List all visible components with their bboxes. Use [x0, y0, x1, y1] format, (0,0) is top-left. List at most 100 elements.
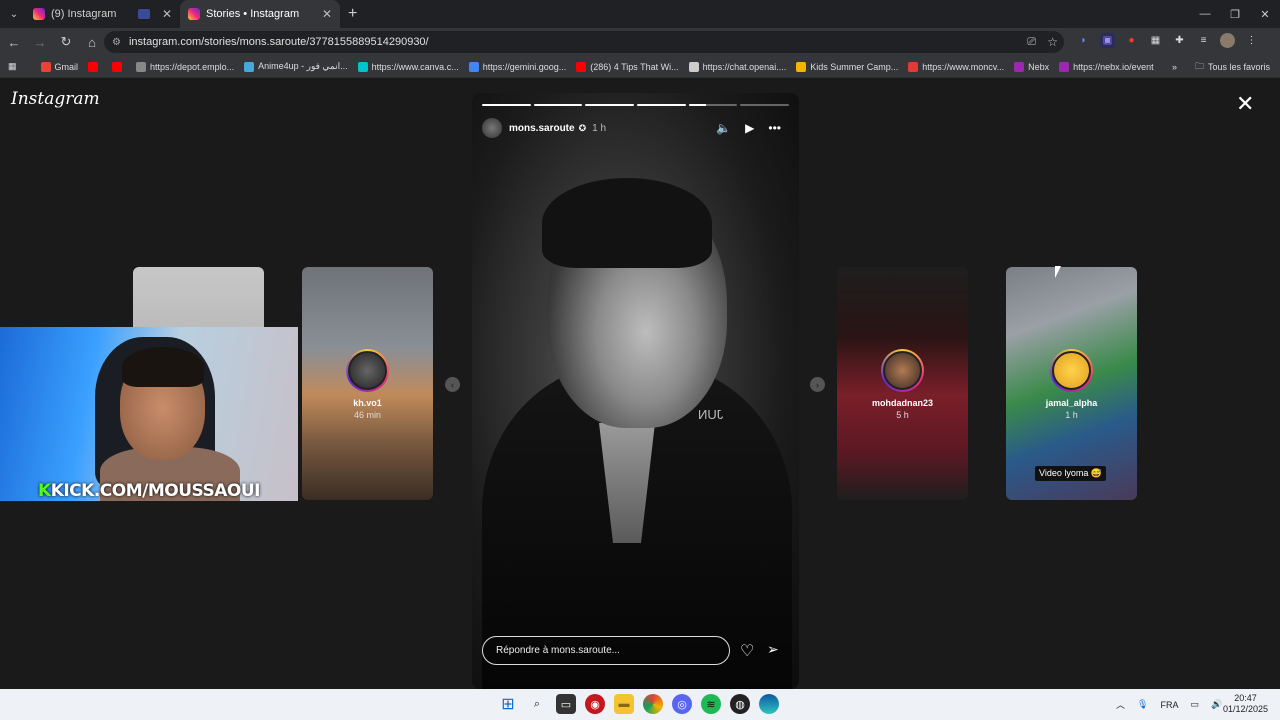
close-window-icon[interactable]: ✕ [1250, 0, 1280, 28]
side-story-jamal-alpha[interactable]: jamal_alpha 1 h Video lyoma 😅 [1006, 267, 1137, 500]
story-overlay-text: JUN [698, 407, 724, 422]
story-progress-bar [482, 104, 790, 106]
windows-start-icon[interactable]: ⊞ [498, 694, 518, 714]
obs-icon[interactable]: ◍ [730, 694, 750, 714]
task-view-icon[interactable]: ▭ [556, 694, 576, 714]
apps-grid-icon[interactable]: ▦ [8, 61, 17, 72]
clock-date: 01/12/2025 [1223, 704, 1269, 714]
close-stories-icon[interactable]: ✕ [1236, 93, 1254, 115]
tray-overflow-icon[interactable]: ︿ [1116, 698, 1125, 711]
bookmark-item[interactable]: https://www.canva.c... [357, 61, 459, 72]
url-text: instagram.com/stories/mons.saroute/37781… [128, 36, 429, 48]
file-explorer-icon[interactable]: ▬ [614, 694, 634, 714]
story-avatar-ring [346, 349, 389, 392]
previous-story-arrow-icon[interactable]: ‹ [445, 377, 460, 392]
story-author-username[interactable]: mons.saroute [509, 123, 575, 134]
chrome-icon[interactable] [643, 694, 663, 714]
new-tab-button[interactable]: + [348, 5, 357, 23]
bookmark-label: https://chat.openai.... [702, 61, 787, 72]
instagram-logo[interactable]: Instagram [11, 89, 100, 109]
bookmark-label: Anime4up - انمي فور... [258, 61, 348, 71]
bookmark-item[interactable]: Gmail [40, 61, 78, 72]
home-icon[interactable]: ⌂ [80, 35, 104, 50]
volume-icon[interactable]: 🔈 [716, 121, 731, 135]
site-info-icon[interactable]: ⚙ [112, 37, 121, 48]
send-paper-plane-icon[interactable]: ➢ [767, 641, 779, 658]
bookmark-favicon-icon [796, 61, 807, 72]
translate-extension-icon[interactable]: ◗ [1076, 33, 1091, 48]
next-story-arrow-icon[interactable]: › [810, 377, 825, 392]
system-clock[interactable]: 20:47 01/12/2025 [1223, 693, 1268, 715]
bookmark-favicon-icon [576, 61, 587, 72]
search-icon[interactable]: ⌕ [527, 694, 547, 714]
minimize-icon[interactable]: — [1190, 0, 1220, 28]
bookmark-item[interactable] [88, 61, 102, 72]
speaker-icon[interactable]: 🔊 [1211, 699, 1222, 710]
record-extension-icon[interactable]: ● [1124, 33, 1139, 48]
story-controls: 🔈 ▶ ••• [716, 121, 781, 135]
progress-fill [637, 104, 686, 106]
tab-title: Stories • Instagram [206, 8, 300, 20]
tab-stories[interactable]: Stories • Instagram ✕ [180, 0, 340, 28]
bookmark-favicon-icon [468, 61, 479, 72]
close-tab-icon[interactable]: ✕ [162, 7, 172, 21]
side-story-kh-vo1[interactable]: kh.vo1 46 min [302, 267, 433, 500]
side-story-mohdadnan23[interactable]: mohdadnan23 5 h [837, 267, 968, 500]
edge-icon[interactable] [759, 694, 779, 714]
bookmark-item[interactable]: https://www.moncv... [908, 61, 1004, 72]
bookmark-item[interactable]: https://nebx.io/event [1059, 61, 1154, 72]
discord-icon[interactable]: ◎ [672, 694, 692, 714]
main-story[interactable]: JUN mons.saroute ✪ 1 h 🔈 ▶ ••• Répondre … [472, 93, 799, 689]
story-username: mohdadnan23 [871, 398, 933, 408]
story-author-avatar[interactable] [482, 118, 502, 138]
bookmark-label: https://depot.emplo... [150, 61, 235, 72]
story-username: kh.vo1 [353, 398, 382, 408]
bookmark-label: https://www.canva.c... [371, 61, 459, 72]
bookmark-item[interactable]: Nebx [1014, 61, 1049, 72]
tab-instagram[interactable]: (9) Instagram ✕ [25, 0, 180, 28]
bookmark-star-icon[interactable]: ☆ [1047, 35, 1058, 49]
back-icon[interactable]: ← [2, 35, 26, 50]
bookmark-item[interactable] [112, 61, 126, 72]
instagram-favicon-icon [33, 8, 45, 20]
verified-badge-icon: ✪ [578, 122, 587, 133]
bookmark-item[interactable]: Kids Summer Camp... [796, 61, 898, 72]
close-tab-icon[interactable]: ✕ [322, 7, 332, 21]
extension-icon[interactable]: ▣ [1100, 33, 1115, 48]
bookmark-item[interactable]: https://gemini.goog... [468, 61, 566, 72]
progress-segment [585, 104, 635, 106]
like-heart-icon[interactable]: ♡ [740, 641, 754, 661]
network-icon[interactable]: ▭ [1190, 699, 1199, 710]
story-username: jamal_alpha [1045, 398, 1098, 408]
menu-kebab-icon[interactable]: ⋮ [1244, 33, 1259, 48]
story-reply-input[interactable]: Répondre à mons.saroute... [482, 636, 730, 665]
reload-icon[interactable]: ↻ [54, 34, 78, 50]
install-app-icon[interactable]: ⎚ [1027, 36, 1036, 49]
play-icon[interactable]: ▶ [745, 121, 754, 135]
extensions-puzzle-icon[interactable]: ✚ [1172, 33, 1187, 48]
profile-avatar[interactable] [1220, 33, 1235, 48]
address-bar[interactable]: ⚙ instagram.com/stories/mons.saroute/377… [104, 31, 1064, 53]
more-bookmarks-icon[interactable]: » [1172, 62, 1177, 72]
tab-search-button[interactable]: ⌄ [3, 3, 25, 25]
bookmarks-list: Gmail https://depot.emplo... Anime4up - ان… [40, 61, 1164, 72]
bookmark-favicon-icon [88, 61, 99, 72]
media-control-icon[interactable]: ≡ [1196, 33, 1211, 48]
bookmark-item[interactable]: https://chat.openai.... [688, 61, 787, 72]
app-red-icon[interactable]: ◉ [585, 694, 605, 714]
restore-icon[interactable]: ❐ [1220, 0, 1250, 28]
browser-tab-bar: ⌄ (9) Instagram ✕ Stories • Instagram ✕ … [0, 0, 1280, 28]
bookmark-item[interactable]: https://depot.emplo... [136, 61, 235, 72]
kick-logo: K [38, 481, 51, 501]
spotify-icon[interactable]: ≋ [701, 694, 721, 714]
bookmark-item[interactable]: Anime4up - انمي فور... [244, 61, 348, 72]
forward-icon[interactable]: → [28, 35, 52, 50]
language-indicator[interactable]: FRA [1160, 700, 1178, 710]
microphone-icon[interactable]: 🎙 [1137, 699, 1148, 710]
grid-extension-icon[interactable]: ▦ [1148, 33, 1163, 48]
bookmark-item[interactable]: (286) 4 Tips That Wi... [576, 61, 679, 72]
more-options-icon[interactable]: ••• [768, 121, 781, 135]
all-bookmarks[interactable]: » 🗀 Tous les favoris [1172, 59, 1270, 75]
story-time: 1 h [592, 122, 607, 134]
streamer-headphones [122, 347, 204, 387]
